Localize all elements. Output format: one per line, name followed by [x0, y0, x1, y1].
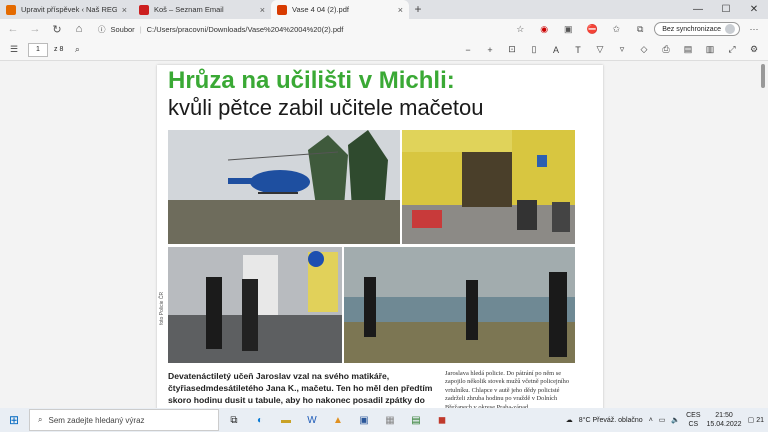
article-body: Jaroslava hledá policie. Do pátrání po n… [445, 370, 570, 408]
erase-icon[interactable]: ◇ [636, 44, 652, 55]
reload-button[interactable]: ↻ [48, 23, 66, 36]
task-view-icon[interactable]: ⧉ [223, 409, 245, 431]
draw-icon[interactable]: ▽ [592, 44, 608, 55]
page-number-input[interactable]: 1 [28, 42, 48, 57]
windows-start-icon[interactable]: ⊞ [3, 413, 25, 427]
sync-button[interactable]: Bez synchronizace [654, 22, 740, 36]
explorer-icon[interactable]: ▬ [275, 409, 297, 431]
scrollbar[interactable] [758, 61, 768, 408]
search-icon: ⌕ [38, 415, 43, 424]
opera-icon[interactable]: ◉ [534, 24, 554, 35]
print-icon[interactable]: ⎙ [658, 44, 674, 55]
school-building-photo [402, 130, 575, 244]
zoom-out-icon[interactable]: − [460, 45, 476, 55]
article-headline: Hrůza na učilišti v Michli: [168, 67, 455, 94]
separator: | [139, 24, 142, 34]
fit-page-icon[interactable]: ⊡ [504, 44, 520, 55]
vlc-icon[interactable]: ▲ [327, 409, 349, 431]
info-icon[interactable]: ⓘ [98, 24, 106, 35]
new-tab-button[interactable]: + [409, 0, 427, 19]
minimize-button[interactable]: — [684, 0, 712, 19]
police-officers-photo [168, 247, 342, 363]
address-bar: ← → ↻ ⌂ ⓘ Soubor | C:/Users/pracovni/Dow… [0, 19, 768, 39]
sync-label: Bez synchronizace [662, 25, 721, 33]
collections-icon[interactable]: ⧉ [630, 24, 650, 35]
volume-icon[interactable]: 🔈 [671, 416, 680, 424]
riverbank-police-photo [344, 247, 575, 363]
maximize-button[interactable]: ☐ [712, 0, 740, 19]
search-placeholder: Sem zadejte hledaný výraz [48, 415, 145, 425]
photo-credit: foto Policie ČR [159, 291, 165, 325]
tab-title: Koš – Seznam Email [154, 5, 224, 14]
tab-close-icon[interactable]: × [398, 5, 403, 15]
app-icon[interactable]: ▦ [379, 409, 401, 431]
app3-icon[interactable]: ◼ [431, 409, 453, 431]
tab-seznam[interactable]: Koš – Seznam Email × [133, 0, 271, 19]
scrollbar-thumb[interactable] [761, 64, 765, 88]
page-count: z 8 [54, 46, 64, 53]
more-icon[interactable]: ⋯ [744, 24, 764, 35]
search-icon[interactable]: ⌕ [69, 44, 85, 55]
tab-title: Vase 4 04 (2).pdf [292, 5, 349, 14]
weather-icon[interactable]: ☁ [566, 416, 573, 424]
windows-taskbar: ⊞ ⌕ Sem zadejte hledaný výraz ⧉ ◐ ▬ W ▲ … [0, 408, 768, 432]
pdf-toolbar: ☰ 1 z 8 ⌕ − + ⊡ ▯ A T ▽ ▿ ◇ ⎙ ▤ ▥ ⤢ ⚙ [0, 39, 768, 61]
home-button[interactable]: ⌂ [70, 23, 88, 35]
article-subheadline: kvůli pětce zabil učitele mačetou [168, 95, 484, 120]
pdf-favicon-icon [277, 4, 287, 15]
article-lead: Devatenáctiletý učeň Jaroslav vzal na sv… [168, 371, 433, 408]
avatar [725, 24, 735, 34]
tab-pdf[interactable]: Vase 4 04 (2).pdf × [271, 0, 409, 19]
tab-close-icon[interactable]: × [260, 5, 265, 15]
zoom-in-icon[interactable]: + [482, 45, 498, 55]
clock[interactable]: 21:50 15.04.2022 [707, 411, 742, 429]
seznam-favicon-icon [139, 4, 149, 15]
notification-icon[interactable]: ▢ 21 [748, 416, 764, 425]
app2-icon[interactable]: ▤ [405, 409, 427, 431]
back-button[interactable]: ← [4, 23, 22, 35]
system-tray: ☁ 8°C Převáž. oblačno ˄ ▭ 🔈 CES CS 21:50 1… [566, 408, 764, 432]
highlight-icon[interactable]: ▿ [614, 44, 630, 55]
adblock-icon[interactable]: ⛔ [582, 24, 602, 35]
page-view-icon[interactable]: ▯ [526, 44, 542, 55]
url-text[interactable]: C:/Users/pracovni/Downloads/Vase%204%200… [147, 25, 344, 34]
weather-text[interactable]: 8°C Převáž. oblačno [579, 417, 643, 424]
read-aloud-icon[interactable]: A [548, 45, 564, 55]
url-box[interactable]: ⓘ Soubor | C:/Users/pracovni/Downloads/V… [92, 22, 492, 37]
pdf-page: Hrůza na učilišti v Michli: kvůli pětce … [157, 65, 603, 408]
save-icon[interactable]: ▤ [680, 44, 696, 55]
edge-icon[interactable]: ◐ [249, 409, 271, 431]
favorites-icon[interactable]: ✩ [606, 24, 626, 35]
extension-icon[interactable]: ▣ [558, 24, 578, 35]
tray-up-icon[interactable]: ˄ [649, 417, 653, 424]
region-favicon-icon [6, 4, 16, 15]
file-label: Soubor [110, 24, 135, 34]
language-indicator[interactable]: CES CS [686, 411, 700, 429]
window-controls: — ☐ ✕ [684, 0, 768, 19]
tab-title: Upravit příspěvek ‹ Naš REGION [21, 5, 117, 14]
contents-icon[interactable]: ☰ [6, 44, 22, 55]
tab-region[interactable]: Upravit příspěvek ‹ Naš REGION × [0, 0, 133, 19]
helicopter-photo [168, 130, 400, 244]
save-as-icon[interactable]: ▥ [702, 44, 718, 55]
word-icon[interactable]: W [301, 409, 323, 431]
forward-button[interactable]: → [26, 23, 44, 35]
text-icon[interactable]: T [570, 45, 586, 55]
settings-gear-icon[interactable]: ⚙ [746, 44, 762, 55]
taskbar-search[interactable]: ⌕ Sem zadejte hledaný výraz [29, 409, 219, 431]
tab-close-icon[interactable]: × [122, 5, 127, 15]
tab-bar: Upravit příspěvek ‹ Naš REGION × Koš – S… [0, 0, 768, 19]
read-aloud-icon[interactable]: ☆ [510, 24, 530, 35]
network-icon[interactable]: ▭ [659, 416, 666, 424]
fullscreen-icon[interactable]: ⤢ [724, 44, 740, 55]
save-app-icon[interactable]: ▣ [353, 409, 375, 431]
close-window-button[interactable]: ✕ [740, 0, 768, 19]
pdf-viewport[interactable]: Hrůza na učilišti v Michli: kvůli pětce … [0, 61, 768, 408]
